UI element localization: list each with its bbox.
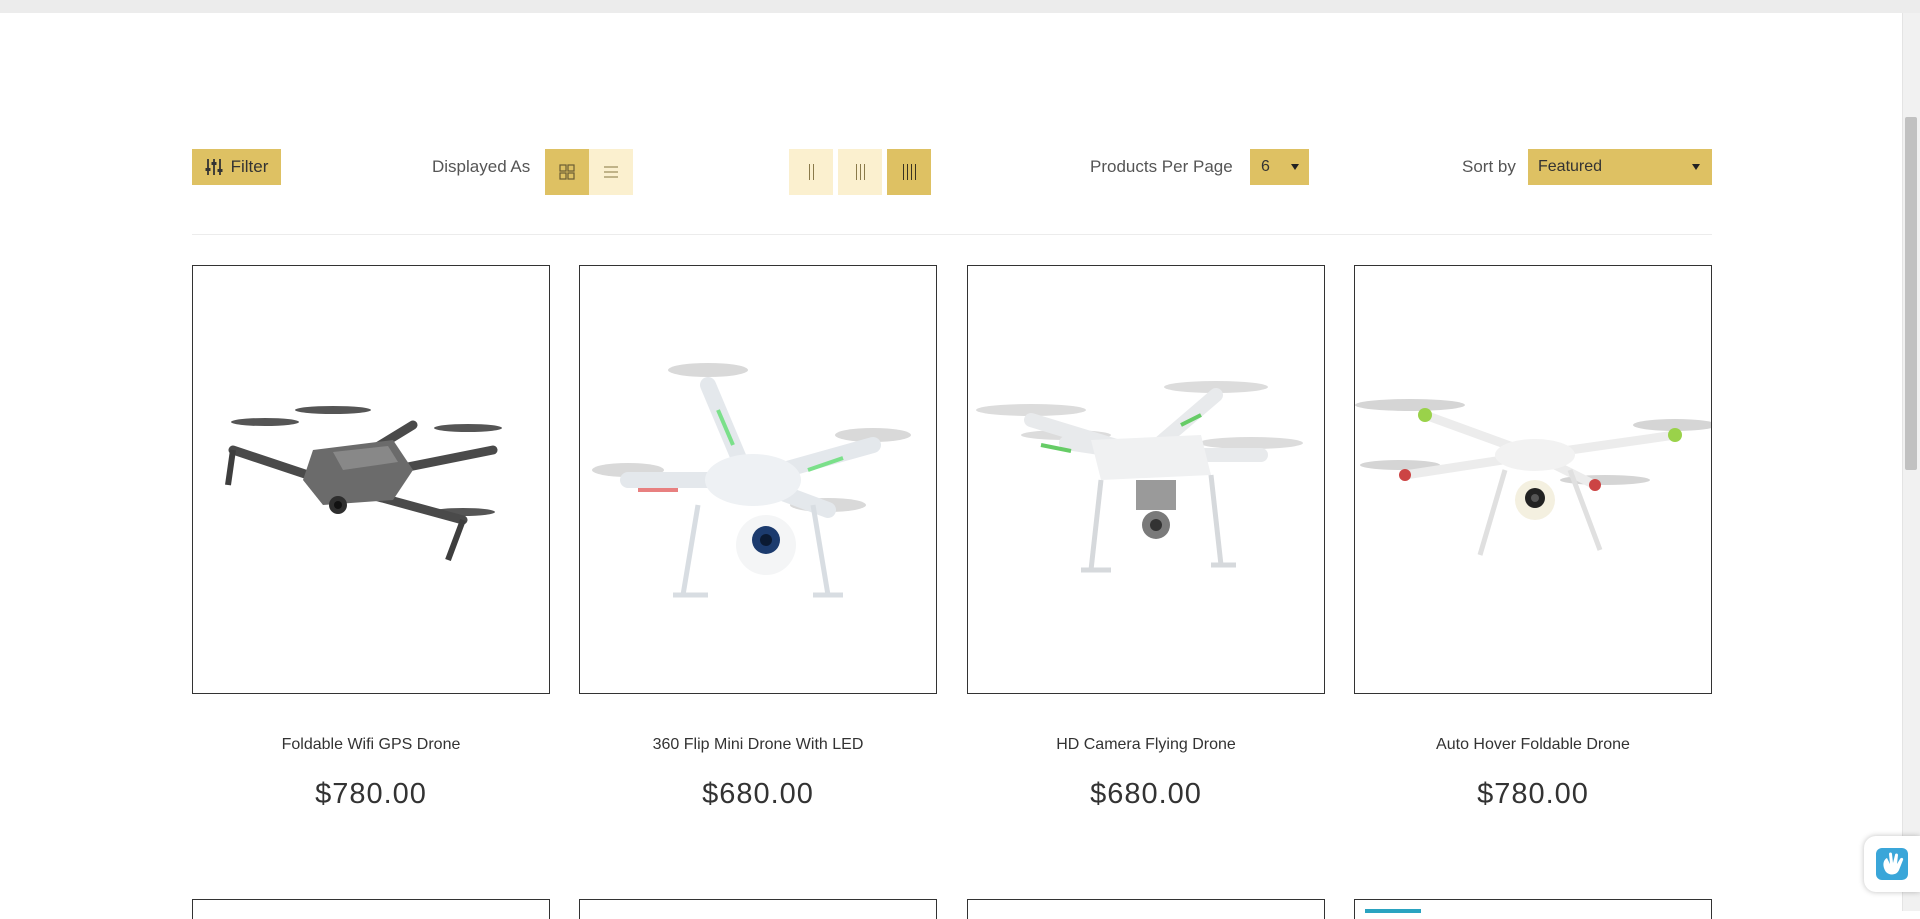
- two-columns-icon: [808, 164, 814, 180]
- filter-button[interactable]: Filter: [192, 149, 281, 185]
- product-price: $780.00: [1477, 778, 1589, 810]
- four-columns-button[interactable]: [887, 149, 931, 195]
- four-columns-icon: [902, 164, 916, 180]
- list-view-button[interactable]: [589, 149, 633, 195]
- product-image-link[interactable]: [192, 265, 550, 694]
- product-badge: [1365, 909, 1421, 913]
- sort-by-select[interactable]: Featured: [1528, 149, 1712, 185]
- product-card[interactable]: [967, 899, 1325, 919]
- product-price: $680.00: [702, 778, 814, 810]
- product-title[interactable]: Foldable Wifi GPS Drone: [192, 736, 550, 754]
- scrollbar-thumb[interactable]: [1905, 117, 1917, 470]
- collection-toolbar: Filter Displayed As Products Per Page 6 …: [192, 149, 1712, 195]
- filter-label: Filter: [230, 157, 269, 176]
- gray-foldable-drone-image: [225, 405, 502, 561]
- grid-view-button[interactable]: [545, 149, 589, 195]
- caret-down-icon: [1692, 164, 1700, 170]
- sliders-icon: [205, 159, 223, 175]
- product-card: 360 Flip Mini Drone With LED $680.00: [579, 265, 937, 811]
- product-price: $780.00: [315, 778, 427, 810]
- browser-top-strip: [0, 0, 1920, 13]
- two-columns-button[interactable]: [789, 149, 833, 195]
- product-title[interactable]: 360 Flip Mini Drone With LED: [579, 736, 937, 754]
- white-gimbal-drone-image: [976, 380, 1303, 572]
- toolbar-divider: [192, 234, 1712, 235]
- product-image-link[interactable]: [579, 265, 937, 694]
- hand-wave-icon: [1876, 848, 1908, 880]
- product-card: Foldable Wifi GPS Drone $780.00: [192, 265, 550, 811]
- product-card[interactable]: [1354, 899, 1712, 919]
- product-card: HD Camera Flying Drone $680.00: [967, 265, 1325, 811]
- product-card: Auto Hover Foldable Drone $780.00: [1354, 265, 1712, 811]
- chat-widget-button[interactable]: [1864, 836, 1920, 892]
- sort-by-label: Sort by: [1462, 157, 1516, 176]
- white-hover-drone-image: [1355, 398, 1711, 556]
- product-title[interactable]: Auto Hover Foldable Drone: [1354, 736, 1712, 754]
- product-card[interactable]: [192, 899, 550, 919]
- three-columns-icon: [855, 164, 865, 180]
- caret-down-icon: [1291, 164, 1299, 170]
- product-image-link[interactable]: [967, 265, 1325, 694]
- products-per-page-select[interactable]: 6: [1250, 149, 1309, 185]
- sort-by-value: Featured: [1538, 158, 1603, 175]
- products-per-page-value: 6: [1261, 158, 1270, 175]
- product-price: $680.00: [1090, 778, 1202, 810]
- three-columns-button[interactable]: [838, 149, 882, 195]
- white-led-drone-image: [592, 362, 911, 597]
- displayed-as-label: Displayed As: [432, 157, 531, 176]
- product-image-link[interactable]: [1354, 265, 1712, 694]
- grid-icon: [559, 164, 575, 180]
- list-icon: [604, 166, 618, 178]
- product-card[interactable]: [579, 899, 937, 919]
- products-per-page-label: Products Per Page: [1090, 157, 1233, 176]
- product-title[interactable]: HD Camera Flying Drone: [967, 736, 1325, 754]
